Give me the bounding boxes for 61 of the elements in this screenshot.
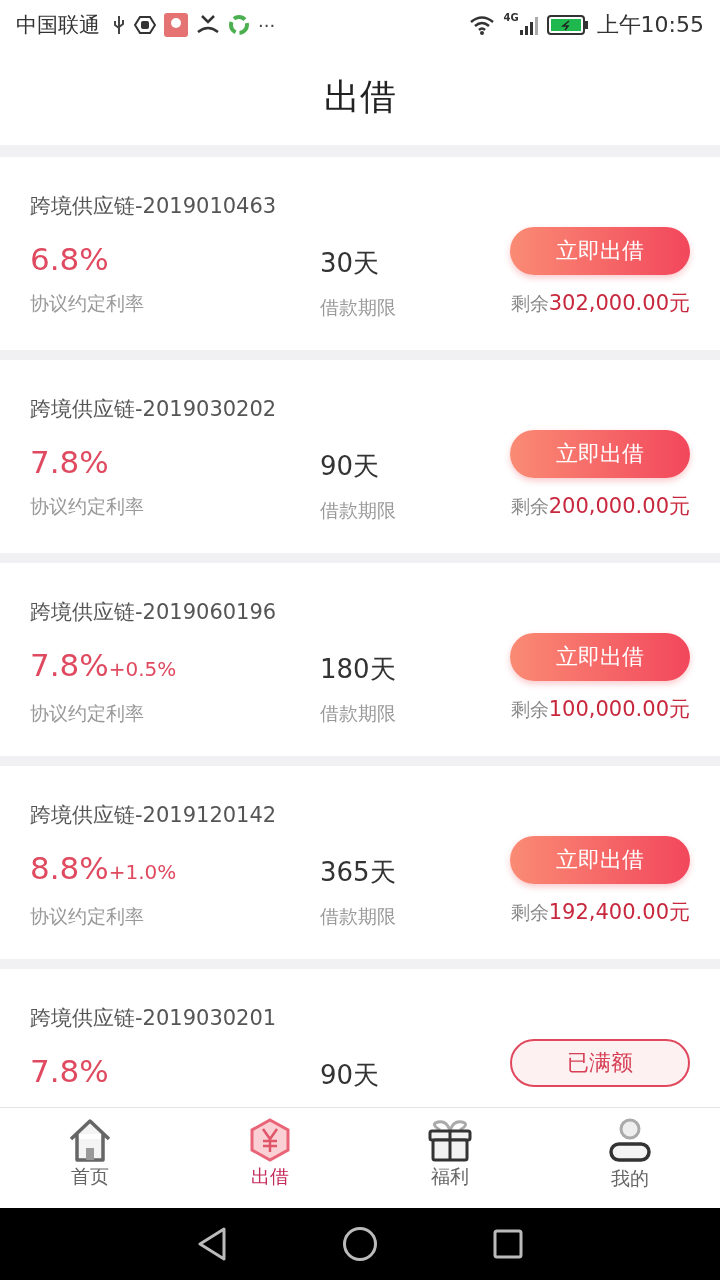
remaining-amount: 剩余100,000.00元 bbox=[510, 696, 690, 723]
loan-card[interactable]: 跨境供应链-2019030201 7.8% 90天 已满额 bbox=[0, 969, 720, 1107]
nav-tab[interactable]: 出借 bbox=[180, 1108, 360, 1208]
loan-name: 跨境供应链-2019060196 bbox=[30, 599, 278, 626]
loan-name: 跨境供应链-2019010463 bbox=[30, 193, 278, 220]
clock: 上午10:55 bbox=[596, 11, 704, 39]
home-button-icon[interactable] bbox=[342, 1226, 378, 1262]
term-label: 借款期限 bbox=[320, 498, 397, 523]
invest-button[interactable]: 立即出借 bbox=[510, 227, 690, 275]
usb-icon bbox=[112, 15, 126, 35]
app-icon bbox=[134, 15, 156, 35]
back-icon[interactable] bbox=[197, 1227, 228, 1261]
term-label: 借款期限 bbox=[320, 295, 397, 320]
invest-button[interactable]: 立即出借 bbox=[510, 633, 690, 681]
remaining-amount: 剩余200,000.00元 bbox=[510, 493, 690, 520]
loan-term: 30天 bbox=[320, 247, 381, 280]
carrier-name: 中国联通 bbox=[16, 12, 100, 39]
loan-card[interactable]: 跨境供应链-2019060196 7.8%+0.5% 协议约定利率 180天 借款期限 立即出借 剩余100,000.00元 bbox=[0, 563, 720, 756]
nav-tab[interactable]: 首页 bbox=[0, 1108, 180, 1208]
rate-label: 协议约定利率 bbox=[30, 494, 145, 519]
yen-icon bbox=[248, 1118, 292, 1162]
nav-tab[interactable]: 我的 bbox=[540, 1108, 720, 1208]
wifi-icon bbox=[469, 14, 496, 36]
interest-rate: 6.8% bbox=[30, 240, 110, 279]
loan-term: 365天 bbox=[320, 856, 397, 889]
invest-button[interactable]: 立即出借 bbox=[510, 836, 690, 884]
more-notifications: ··· bbox=[258, 14, 276, 36]
invest-button[interactable]: 已满额 bbox=[510, 1039, 690, 1087]
invest-button[interactable]: 立即出借 bbox=[510, 430, 690, 478]
interest-rate: 7.8% bbox=[30, 443, 110, 482]
rate-label: 协议约定利率 bbox=[30, 291, 145, 316]
rate-label: 协议约定利率 bbox=[30, 904, 145, 929]
loan-term: 90天 bbox=[320, 1059, 381, 1092]
interest-rate: 8.8%+1.0% bbox=[30, 849, 178, 888]
loan-term: 90天 bbox=[320, 450, 381, 483]
remaining-amount: 剩余192,400.00元 bbox=[510, 899, 690, 926]
app-icon bbox=[164, 13, 188, 37]
remaining-amount: 剩余302,000.00元 bbox=[510, 290, 690, 317]
loan-term: 180天 bbox=[320, 653, 397, 686]
missed-call-icon bbox=[196, 14, 220, 36]
loan-card[interactable]: 跨境供应链-2019010463 6.8% 协议约定利率 30天 借款期限 立即出借 剩余302,000.00元 bbox=[0, 157, 720, 350]
gift-icon bbox=[427, 1118, 473, 1162]
term-label: 借款期限 bbox=[320, 701, 397, 726]
page-title: 出借 bbox=[324, 75, 396, 119]
term-label: 借款期限 bbox=[320, 904, 397, 929]
rate-label: 协议约定利率 bbox=[30, 701, 145, 726]
user-icon bbox=[608, 1118, 652, 1164]
network-type: 4G bbox=[503, 12, 519, 23]
nav-tab[interactable]: 福利 bbox=[360, 1108, 540, 1208]
loan-card[interactable]: 跨境供应链-2019030202 7.8% 协议约定利率 90天 借款期限 立即出借 剩余200,000.00元 bbox=[0, 360, 720, 553]
app-icon bbox=[228, 14, 250, 36]
loan-name: 跨境供应链-2019030201 bbox=[30, 1005, 278, 1032]
recents-icon[interactable] bbox=[492, 1229, 523, 1259]
interest-rate: 7.8%+0.5% bbox=[30, 646, 178, 685]
loan-name: 跨境供应链-2019030202 bbox=[30, 396, 278, 423]
home-icon bbox=[67, 1118, 113, 1162]
signal-icon bbox=[518, 14, 539, 36]
loan-card[interactable]: 跨境供应链-2019120142 8.8%+1.0% 协议约定利率 365天 借款期限 立即出借 剩余192,400.00元 bbox=[0, 766, 720, 959]
loan-name: 跨境供应链-2019120142 bbox=[30, 802, 278, 829]
interest-rate: 7.8% bbox=[30, 1052, 110, 1091]
battery-icon bbox=[546, 14, 589, 36]
